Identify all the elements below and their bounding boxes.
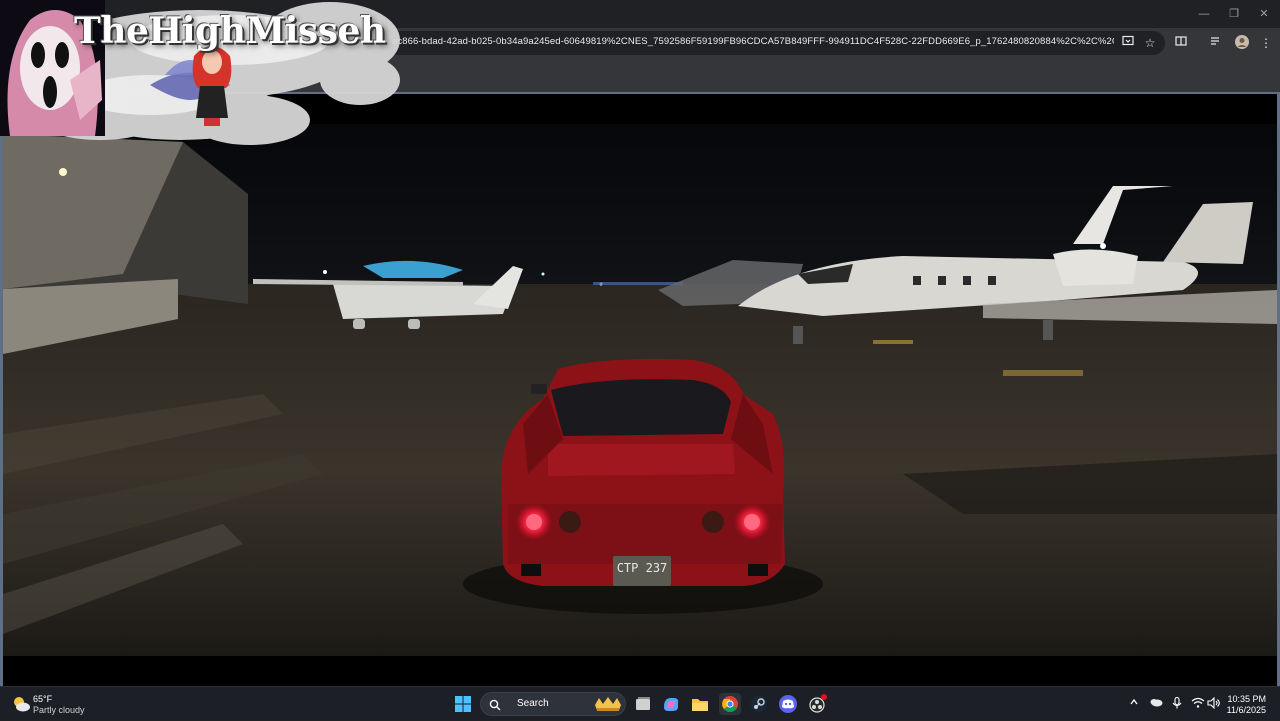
- profile-icon[interactable]: [1234, 35, 1250, 51]
- obs-button[interactable]: [806, 693, 828, 715]
- close-button[interactable]: ✕: [1248, 4, 1280, 24]
- file-explorer-button[interactable]: [689, 693, 711, 715]
- weather-condition: Partly cloudy: [33, 705, 85, 715]
- discord-button[interactable]: [777, 693, 799, 715]
- clock[interactable]: 10:35 PM 11/6/2025: [1220, 687, 1280, 721]
- license-plate: CTP 237: [616, 561, 668, 575]
- address-bar[interactable]: ac866-bdad-42ad-b025-0b34a9a245ed-606498…: [370, 31, 1165, 55]
- start-button[interactable]: [452, 693, 474, 715]
- wifi-icon[interactable]: [1191, 697, 1205, 711]
- streamer-overlay: TheHighMisseh: [0, 0, 420, 160]
- onedrive-icon[interactable]: [1149, 697, 1163, 711]
- search-highlight-icon: [595, 697, 621, 711]
- windows-logo-icon: [455, 696, 471, 712]
- game-scene: [3, 94, 1277, 686]
- restore-button[interactable]: ❐: [1218, 4, 1250, 24]
- media-icon[interactable]: [1208, 35, 1224, 51]
- weather-temp: 65°F: [33, 694, 53, 704]
- copilot-icon: [664, 698, 679, 711]
- steam-button[interactable]: [748, 693, 770, 715]
- discord-icon: [779, 695, 797, 713]
- chrome-button[interactable]: [719, 693, 741, 715]
- taskbar-search[interactable]: Search: [480, 692, 626, 716]
- reading-list-icon[interactable]: [1173, 35, 1189, 51]
- video-player[interactable]: CTP 237: [0, 92, 1280, 686]
- streamer-name: TheHighMisseh: [74, 10, 386, 52]
- clock-date: 11/6/2025: [1226, 705, 1266, 715]
- star-icon[interactable]: ☆: [1142, 35, 1158, 51]
- task-view-button[interactable]: [632, 693, 654, 715]
- folder-icon: [692, 699, 708, 711]
- search-label: Search: [517, 698, 549, 709]
- url-text[interactable]: ac866-bdad-42ad-b025-0b34a9a245ed-606498…: [392, 36, 1114, 47]
- windows-taskbar: 65°F Partly cloudy Search 10:35 PM 11/6/…: [0, 686, 1280, 720]
- task-view-icon: [636, 697, 650, 710]
- clock-time: 10:35 PM: [1227, 694, 1266, 704]
- install-icon[interactable]: [1120, 35, 1136, 51]
- chevron-up-icon[interactable]: [1127, 697, 1141, 711]
- menu-icon[interactable]: ⋮: [1258, 35, 1274, 51]
- chrome-icon: [722, 696, 738, 712]
- volume-icon[interactable]: [1207, 696, 1221, 711]
- steam-icon: [751, 696, 767, 712]
- search-icon: [489, 699, 501, 711]
- red-car: [501, 359, 785, 586]
- partly-cloudy-icon: [14, 697, 30, 712]
- obs-icon: [809, 694, 827, 713]
- copilot-button[interactable]: [660, 693, 682, 715]
- microphone-icon[interactable]: [1170, 696, 1184, 711]
- weather-widget[interactable]: 65°F Partly cloudy: [8, 687, 98, 721]
- minimize-button[interactable]: —: [1188, 4, 1220, 24]
